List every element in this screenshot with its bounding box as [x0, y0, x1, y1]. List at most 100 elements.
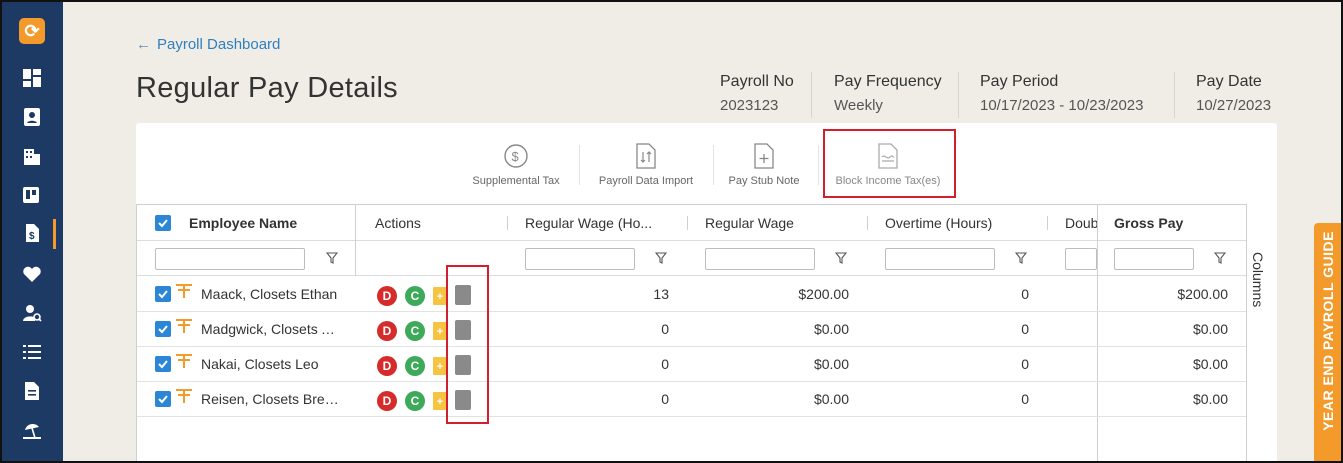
column-separator: [1047, 216, 1048, 230]
year-end-guide-tab[interactable]: YEAR END PAYROLL GUIDE: [1314, 223, 1343, 463]
employee-name[interactable]: Maack, Closets Ethan: [201, 277, 341, 312]
overtime-hours-value: 0: [1021, 286, 1029, 302]
add-doc-icon[interactable]: +: [433, 322, 447, 340]
toolbar-separator: [713, 145, 714, 185]
back-arrow-icon: ←: [136, 36, 151, 53]
meta-pay-date: Pay Date 10/27/2023: [1196, 73, 1272, 114]
copy-badge[interactable]: C: [405, 356, 425, 376]
gross-pay-value: $0.00: [1192, 391, 1228, 407]
import-file-icon: [636, 143, 656, 169]
back-link-label: Payroll Dashboard: [157, 36, 281, 53]
row-checkbox[interactable]: [155, 286, 171, 302]
regular-wage-hours-value: 13: [653, 286, 669, 302]
column-divider: [355, 205, 356, 276]
table-row[interactable]: Reisen, Closets Brea... D C + 0 $0.00 0 …: [137, 382, 1247, 417]
payroll-doc-icon[interactable]: $: [18, 219, 56, 249]
filter-icon[interactable]: [326, 252, 338, 264]
checklist-icon[interactable]: [18, 338, 46, 366]
regular-wage-hours-value: 0: [661, 356, 669, 372]
col-regular-wage-hours[interactable]: Regular Wage (Ho...: [525, 205, 675, 241]
regular-wage-value: $200.00: [798, 286, 849, 302]
org-chart-icon: [176, 389, 192, 403]
dashboard-icon[interactable]: [18, 64, 46, 92]
table-row[interactable]: Nakai, Closets Leo D C + 0 $0.00 0 $0.00: [137, 347, 1247, 382]
heart-icon[interactable]: [18, 260, 46, 288]
toolbar-separator: [579, 145, 580, 185]
col-regular-wage[interactable]: Regular Wage: [705, 205, 855, 241]
svg-text:$: $: [512, 149, 520, 164]
board-icon[interactable]: [18, 181, 46, 209]
filter-regular-wage-hours-input[interactable]: [525, 248, 635, 270]
gross-pay-value: $0.00: [1192, 321, 1228, 337]
add-doc-icon[interactable]: +: [433, 392, 447, 410]
meta-pay-frequency: Pay Frequency Weekly: [834, 73, 942, 114]
regular-wage-value: $0.00: [813, 391, 849, 407]
copy-badge[interactable]: C: [405, 391, 425, 411]
gross-pay-value: $0.00: [1192, 356, 1228, 372]
user-search-icon[interactable]: [18, 299, 46, 327]
select-all-checkbox[interactable]: [155, 215, 171, 231]
delete-badge[interactable]: D: [377, 286, 397, 306]
overtime-hours-value: 0: [1021, 356, 1029, 372]
document-icon[interactable]: [18, 377, 46, 405]
org-chart-icon: [176, 319, 192, 333]
filter-overtime-hours-input[interactable]: [885, 248, 995, 270]
grid-header-row: Employee Name Actions Regular Wage (Ho..…: [137, 205, 1247, 241]
add-note-icon: [754, 143, 774, 169]
column-separator: [687, 216, 688, 230]
back-link[interactable]: ← Payroll Dashboard: [136, 36, 280, 53]
row-checkbox[interactable]: [155, 321, 171, 337]
row-checkbox[interactable]: [155, 356, 171, 372]
check-icon: [158, 219, 168, 228]
org-chart-icon: [176, 284, 192, 298]
highlight-block-tax-icons: [446, 265, 489, 424]
grid-filter-row: [137, 241, 1247, 276]
col-actions[interactable]: Actions: [375, 205, 495, 241]
payroll-data-import-button[interactable]: Payroll Data Import: [588, 143, 704, 187]
org-chart-icon: [176, 354, 192, 368]
filter-icon[interactable]: [655, 252, 667, 264]
sidebar: ⟳ $: [2, 2, 63, 461]
filter-icon[interactable]: [1015, 252, 1027, 264]
columns-panel-tab[interactable]: Columns: [1246, 204, 1276, 463]
employee-name[interactable]: Madgwick, Closets A...: [201, 312, 341, 347]
logo-icon[interactable]: ⟳: [19, 18, 45, 44]
beach-icon[interactable]: [18, 416, 46, 444]
building-icon[interactable]: [18, 142, 46, 170]
column-separator: [507, 216, 508, 230]
page-title: Regular Pay Details: [136, 72, 398, 104]
filter-regular-wage-input[interactable]: [705, 248, 815, 270]
contact-card-icon[interactable]: [18, 103, 46, 131]
add-doc-icon[interactable]: +: [433, 357, 447, 375]
delete-badge[interactable]: D: [377, 391, 397, 411]
table-row[interactable]: Maack, Closets Ethan D C + 13 $200.00 0 …: [137, 277, 1247, 312]
employee-name[interactable]: Reisen, Closets Brea...: [201, 382, 341, 417]
filter-icon[interactable]: [835, 252, 847, 264]
table-row[interactable]: Madgwick, Closets A... D C + 0 $0.00 0 $…: [137, 312, 1247, 347]
pay-stub-note-button[interactable]: Pay Stub Note: [722, 143, 806, 187]
meta-divider: [958, 72, 959, 118]
regular-wage-hours-value: 0: [661, 391, 669, 407]
filter-double-input[interactable]: [1065, 248, 1097, 270]
meta-divider: [811, 72, 812, 118]
col-overtime-hours[interactable]: Overtime (Hours): [885, 205, 1035, 241]
delete-badge[interactable]: D: [377, 321, 397, 341]
copy-badge[interactable]: C: [405, 286, 425, 306]
col-employee-name[interactable]: Employee Name: [189, 205, 349, 241]
delete-badge[interactable]: D: [377, 356, 397, 376]
col-double[interactable]: Doub: [1065, 205, 1097, 241]
overtime-hours-value: 0: [1021, 391, 1029, 407]
gross-pay-value: $200.00: [1177, 286, 1228, 302]
dollar-circle-icon: $: [504, 144, 528, 168]
employee-grid: Employee Name Actions Regular Wage (Ho..…: [136, 204, 1248, 463]
copy-badge[interactable]: C: [405, 321, 425, 341]
supplemental-tax-button[interactable]: $ Supplemental Tax: [466, 143, 566, 187]
row-checkbox[interactable]: [155, 391, 171, 407]
employee-name[interactable]: Nakai, Closets Leo: [201, 347, 341, 382]
overtime-hours-value: 0: [1021, 321, 1029, 337]
svg-text:$: $: [29, 231, 35, 242]
regular-wage-hours-value: 0: [661, 321, 669, 337]
meta-payroll-no: Payroll No 2023123: [720, 73, 794, 114]
add-doc-icon[interactable]: +: [433, 287, 447, 305]
filter-employee-name-input[interactable]: [155, 248, 305, 270]
